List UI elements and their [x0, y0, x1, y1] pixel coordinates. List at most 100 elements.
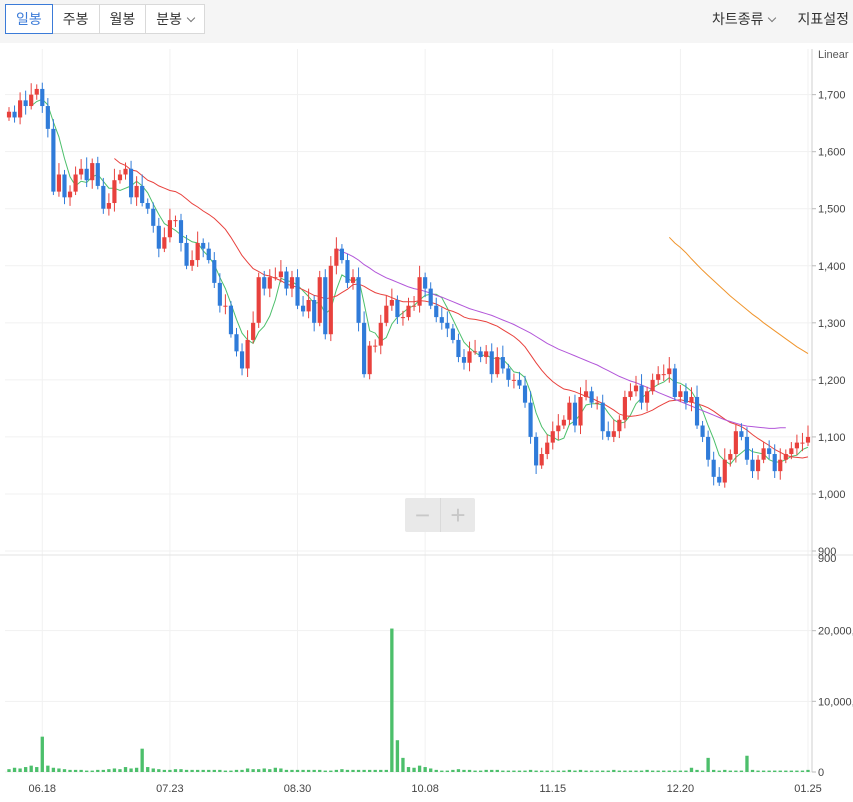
- volume-bar: [35, 767, 39, 772]
- candle-body: [151, 208, 156, 226]
- indicator-settings-button[interactable]: 지표설정: [797, 9, 849, 29]
- volume-bar: [706, 757, 710, 772]
- candle-body: [578, 396, 583, 426]
- volume-bar: [390, 628, 394, 772]
- volume-bar: [717, 770, 721, 772]
- volume-bar: [373, 769, 377, 772]
- candle-body: [567, 402, 572, 420]
- candle-body: [45, 106, 50, 129]
- candle-body: [589, 391, 594, 403]
- candle-body: [423, 277, 428, 289]
- chart-type-label: 차트종류: [711, 11, 764, 27]
- volume-bar: [562, 770, 566, 772]
- candle-body: [606, 431, 611, 437]
- candle-body: [312, 300, 317, 323]
- candle-body: [201, 242, 206, 249]
- volume-bar: [367, 769, 372, 772]
- tab-minute[interactable]: 분봉: [145, 4, 206, 34]
- candle-body: [212, 260, 217, 283]
- volume-bar: [673, 770, 677, 772]
- volume-bar: [384, 769, 388, 772]
- volume-bar: [778, 770, 782, 772]
- volume-bar: [462, 769, 466, 772]
- volume-bar: [551, 770, 555, 772]
- x-tick-label: 08.30: [284, 783, 312, 795]
- candle-body: [539, 454, 544, 466]
- volume-bar: [262, 768, 266, 772]
- volume-bar: [406, 767, 411, 772]
- volume-bar: [684, 770, 688, 772]
- volume-bar: [606, 770, 610, 772]
- candle-body: [334, 248, 339, 266]
- candle-body: [739, 431, 744, 437]
- volume-bar: [728, 770, 732, 772]
- stock-chart[interactable]: Linear 1,700 1,600 1,500 1,400 1,300 1,200 1,10…: [0, 43, 853, 802]
- volume-bar: [628, 770, 633, 772]
- candle-body: [178, 220, 184, 243]
- candle-body: [683, 391, 689, 403]
- candle-body: [12, 111, 17, 118]
- candle-body: [206, 248, 211, 261]
- candle-body: [284, 271, 289, 289]
- volume-bar: [229, 770, 233, 772]
- candle-body: [112, 180, 117, 204]
- y-tick-label: 1,400: [818, 261, 846, 273]
- candle-body: [395, 300, 400, 318]
- candle-body: [550, 431, 555, 443]
- candle-body: [389, 300, 394, 306]
- tab-daily[interactable]: 일봉: [5, 4, 53, 34]
- volume-bar: [712, 769, 716, 772]
- volume-bar: [340, 769, 344, 772]
- candle-body: [583, 391, 589, 397]
- sma-120-line: [668, 236, 809, 355]
- volume-bar: [101, 769, 105, 772]
- chart-type-dropdown[interactable]: 차트종류: [711, 9, 777, 29]
- volume-bar: [523, 770, 527, 772]
- candle-body: [755, 459, 761, 472]
- volume-bar: [639, 770, 644, 772]
- tab-weekly[interactable]: 주봉: [51, 4, 100, 34]
- candle-body: [29, 94, 34, 107]
- candle-body: [18, 100, 23, 118]
- candle-body: [51, 128, 56, 192]
- volume-bar: [601, 770, 605, 772]
- volume-bar: [356, 769, 361, 772]
- candle-body: [195, 242, 200, 261]
- candle-body: [378, 322, 383, 346]
- candle-body: [62, 174, 67, 198]
- zoom-out-button[interactable]: −: [405, 498, 440, 532]
- zoom-in-button[interactable]: +: [440, 498, 475, 532]
- volume-tick-label: 20,000,: [818, 626, 853, 638]
- chart-area[interactable]: Linear 1,700 1,600 1,500 1,400 1,300 1,200 1,10…: [0, 43, 853, 802]
- volume-bar: [290, 769, 294, 772]
- y-tick-label: 1,700: [818, 90, 846, 102]
- candle-body: [744, 436, 750, 460]
- candle-body: [123, 168, 128, 175]
- volume-bar: [784, 770, 788, 772]
- candle-body: [528, 402, 533, 437]
- volume-bar: [761, 770, 766, 772]
- volume-bar: [445, 770, 450, 772]
- candle-body: [67, 191, 73, 198]
- volume-bar: [323, 770, 327, 772]
- volume-bar: [689, 767, 694, 772]
- y-tick-label: 1,100: [818, 432, 846, 444]
- volume-bar: [667, 770, 671, 772]
- volume-bar: [40, 736, 44, 772]
- candle-body: [328, 265, 333, 335]
- candle-body: [428, 288, 433, 306]
- candle-body: [694, 396, 700, 426]
- volume-bar: [578, 769, 583, 772]
- candle-body: [706, 436, 711, 460]
- candle-body: [611, 431, 616, 437]
- y-tick-label: 1,000: [818, 489, 846, 501]
- volume-bar: [312, 769, 316, 772]
- volume-bar: [662, 770, 666, 772]
- volume-bar: [423, 767, 427, 772]
- candle-body: [467, 351, 472, 363]
- volume-bar: [68, 769, 72, 772]
- volume-bar: [118, 769, 122, 772]
- tab-monthly[interactable]: 월봉: [98, 4, 147, 34]
- candle-body: [417, 277, 422, 306]
- candle-body: [572, 402, 578, 426]
